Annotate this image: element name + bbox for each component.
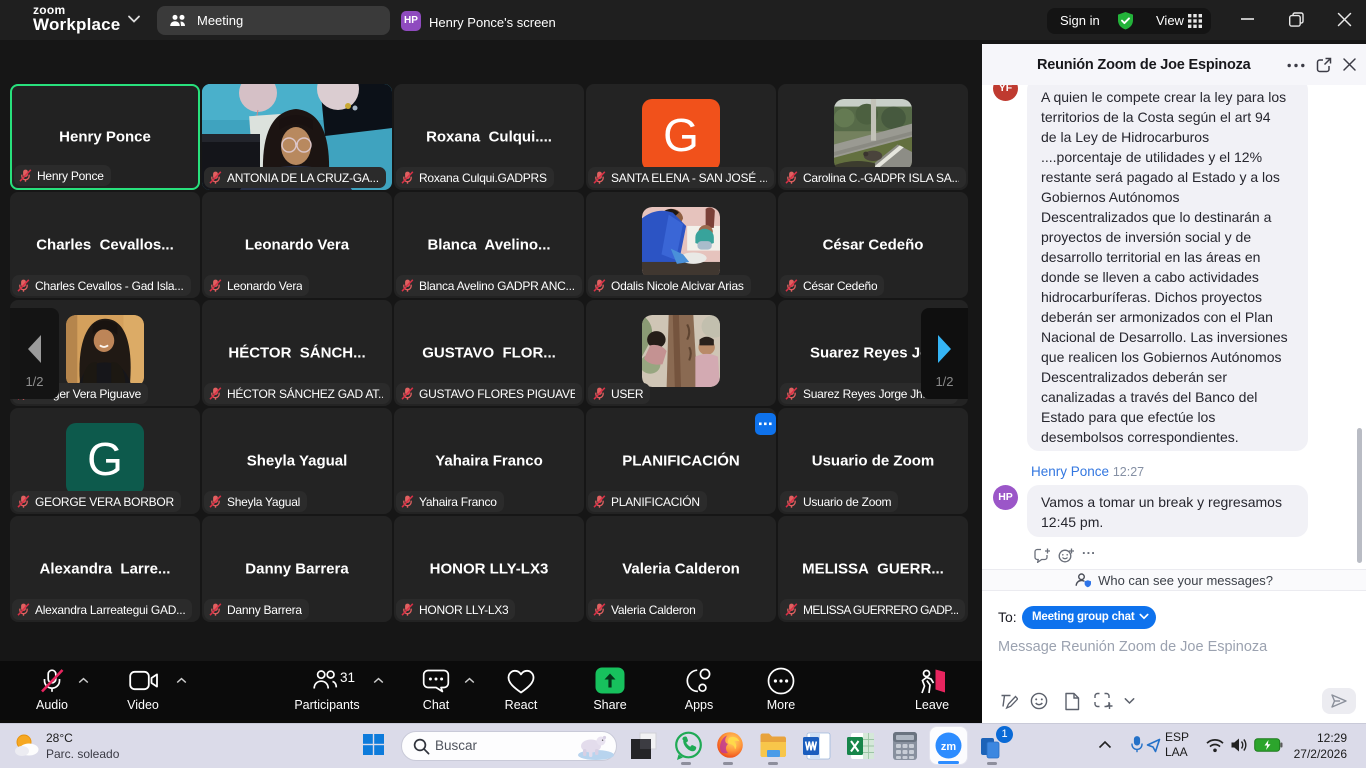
svg-text:zm: zm — [941, 741, 957, 753]
